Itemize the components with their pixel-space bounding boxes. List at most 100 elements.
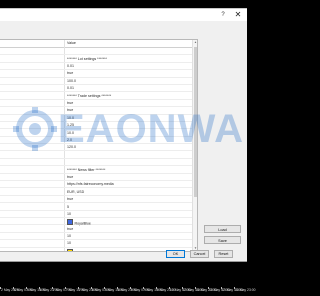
table-row[interactable]: true bbox=[0, 174, 192, 182]
table-row[interactable]: 100.0 bbox=[0, 78, 192, 85]
table-row[interactable]: 10 bbox=[0, 233, 192, 241]
parameter-name-cell[interactable] bbox=[0, 203, 64, 209]
parameter-name-cell[interactable] bbox=[0, 115, 64, 121]
parameter-name-cell[interactable] bbox=[0, 196, 64, 202]
parameter-value[interactable]: 10 bbox=[67, 234, 71, 238]
table-row[interactable]: ******* News filter ******* bbox=[0, 166, 192, 174]
parameter-name-cell[interactable] bbox=[0, 225, 64, 231]
parameter-value[interactable]: Gold bbox=[67, 248, 82, 251]
parameter-name-cell[interactable] bbox=[0, 70, 64, 76]
parameter-value[interactable]: true bbox=[67, 227, 73, 231]
parameter-name-cell[interactable] bbox=[0, 248, 64, 251]
parameter-value[interactable]: 10 bbox=[67, 212, 71, 216]
table-row[interactable]: Gold bbox=[0, 248, 192, 251]
vertical-scrollbar[interactable]: ▲ ▼ bbox=[192, 40, 197, 251]
parameter-name-cell[interactable] bbox=[0, 211, 64, 217]
parameter-value[interactable]: 120.0 bbox=[67, 145, 76, 149]
scroll-up-icon[interactable]: ▲ bbox=[193, 40, 197, 45]
parameter-value[interactable]: EUR, USD bbox=[67, 190, 84, 194]
parameter-name-cell[interactable] bbox=[0, 151, 64, 157]
dialog-titlebar: ? ✕ bbox=[0, 9, 247, 21]
parameter-name-cell[interactable] bbox=[0, 92, 64, 98]
parameter-name-cell[interactable] bbox=[0, 188, 64, 194]
parameter-name-cell[interactable] bbox=[0, 181, 64, 187]
table-row[interactable]: ******* Trade settings ******* bbox=[0, 92, 192, 100]
parameter-name-cell[interactable] bbox=[0, 107, 64, 113]
scroll-thumb[interactable] bbox=[194, 47, 197, 197]
parameter-value[interactable]: true bbox=[67, 197, 73, 201]
parameter-name-cell[interactable] bbox=[0, 137, 64, 143]
save-button[interactable]: Save bbox=[204, 236, 241, 244]
question-mark-icon[interactable]: ? bbox=[219, 11, 227, 19]
parameter-value[interactable]: ******* News filter ******* bbox=[67, 168, 105, 172]
parameter-name-cell[interactable] bbox=[0, 166, 64, 172]
parameter-value[interactable]: true bbox=[67, 108, 73, 112]
table-row[interactable]: 10 bbox=[0, 240, 192, 248]
parameter-name-cell[interactable] bbox=[0, 144, 64, 150]
table-row[interactable]: true bbox=[0, 225, 192, 233]
parameter-value-text: 0.01 bbox=[67, 64, 74, 69]
parameter-value[interactable]: true bbox=[67, 101, 73, 105]
parameter-name-cell[interactable] bbox=[0, 218, 64, 224]
parameter-value[interactable]: 10 bbox=[67, 241, 71, 245]
parameter-name-cell[interactable] bbox=[0, 100, 64, 106]
reset-button[interactable]: Reset bbox=[214, 250, 233, 258]
table-row[interactable] bbox=[0, 151, 192, 159]
table-row[interactable]: RoyalBlue bbox=[0, 218, 192, 226]
parameter-value[interactable]: 0.01 bbox=[67, 64, 74, 68]
color-swatch bbox=[67, 248, 73, 251]
parameter-value[interactable]: 10.0 bbox=[67, 116, 74, 120]
table-row[interactable]: true bbox=[0, 70, 192, 78]
parameter-value[interactable]: 0.01 bbox=[67, 86, 74, 90]
table-row[interactable] bbox=[0, 48, 192, 56]
parameter-value[interactable]: https://nfs.faireconomy.media bbox=[67, 182, 114, 186]
close-icon[interactable]: ✕ bbox=[233, 10, 243, 20]
parameter-value-text: 2.0 bbox=[67, 137, 72, 142]
parameter-value[interactable]: ******* Trade settings ******* bbox=[67, 94, 111, 98]
parameter-name-cell[interactable] bbox=[0, 240, 64, 246]
parameter-value[interactable]: true bbox=[67, 175, 73, 179]
parameter-value-text: true bbox=[67, 108, 74, 113]
parameter-name-cell[interactable] bbox=[0, 159, 64, 165]
table-row[interactable]: https://nfs.faireconomy.media bbox=[0, 181, 192, 189]
table-row[interactable]: 10.0 bbox=[0, 115, 192, 122]
parameter-name-cell[interactable] bbox=[0, 55, 64, 61]
table-row[interactable]: 120.0 bbox=[0, 144, 192, 152]
ok-button[interactable]: OK bbox=[166, 250, 185, 258]
parameter-value[interactable]: 1.25 bbox=[67, 123, 74, 127]
parameter-value[interactable]: 5 bbox=[67, 205, 69, 209]
table-row[interactable]: 10 bbox=[0, 211, 192, 218]
parameter-name-cell[interactable] bbox=[0, 85, 64, 91]
parameter-value[interactable]: ******* Lot settings ******* bbox=[67, 57, 107, 61]
parameter-name-cell[interactable] bbox=[0, 174, 64, 180]
parameter-name-cell[interactable] bbox=[0, 129, 64, 135]
parameter-name-cell[interactable] bbox=[0, 233, 64, 239]
table-row[interactable]: 1.25 bbox=[0, 122, 192, 130]
table-row[interactable]: true bbox=[0, 107, 192, 115]
cancel-button[interactable]: Cancel bbox=[190, 250, 209, 258]
parameter-value[interactable]: true bbox=[67, 71, 73, 75]
table-row[interactable]: EUR, USD bbox=[0, 188, 192, 196]
value-column-header[interactable]: Value bbox=[67, 41, 76, 45]
table-row[interactable]: 0.01 bbox=[0, 63, 192, 71]
table-row[interactable]: 0.01 bbox=[0, 85, 192, 93]
parameter-value[interactable]: 100.0 bbox=[67, 79, 76, 83]
table-row[interactable] bbox=[0, 159, 192, 167]
table-row[interactable]: ******* Lot settings ******* bbox=[0, 55, 192, 63]
parameter-name-cell[interactable] bbox=[0, 122, 64, 128]
load-button[interactable]: Load bbox=[204, 225, 241, 233]
parameter-name-cell[interactable] bbox=[0, 78, 64, 84]
parameter-value[interactable]: 10.0 bbox=[67, 131, 74, 135]
table-row[interactable]: 2.0 bbox=[0, 137, 192, 145]
parameter-value-text: ******* Lot settings ******* bbox=[67, 56, 107, 61]
parameter-value[interactable]: 2.0 bbox=[67, 138, 72, 142]
parameter-name-cell[interactable] bbox=[0, 48, 64, 54]
table-row[interactable]: 10.0 bbox=[0, 129, 192, 137]
table-row[interactable]: true bbox=[0, 196, 192, 204]
parameter-value-text: true bbox=[67, 71, 74, 76]
parameter-value-text: 10 bbox=[67, 211, 71, 216]
parameter-name-cell[interactable] bbox=[0, 63, 64, 69]
parameter-value-text: https://nfs.faireconomy.media bbox=[67, 182, 114, 187]
table-row[interactable]: 5 bbox=[0, 203, 192, 211]
table-row[interactable]: true bbox=[0, 100, 192, 108]
